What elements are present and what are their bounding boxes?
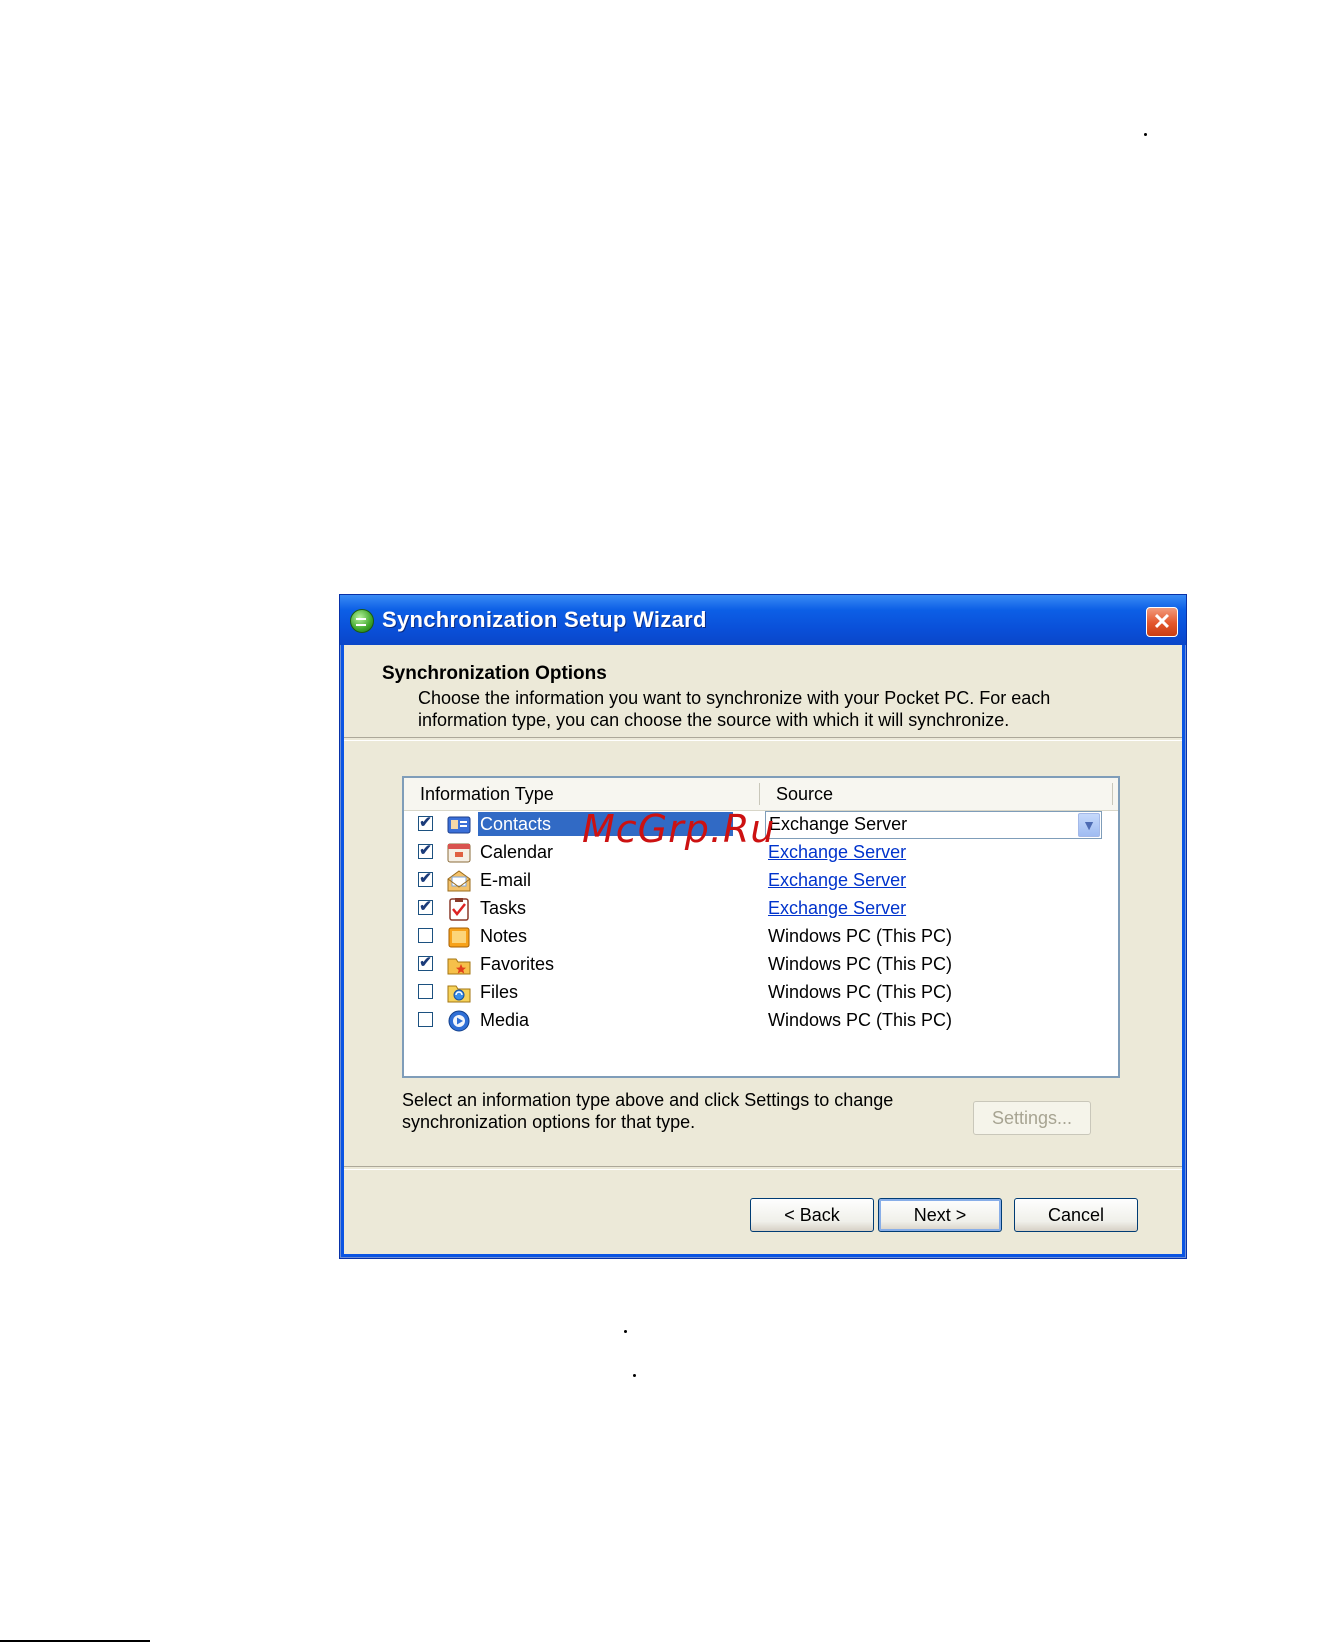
- contacts-icon: [447, 816, 471, 834]
- list-item-label: Favorites: [480, 954, 555, 974]
- footer-divider: [344, 1166, 1182, 1170]
- wizard-header: Synchronization Options Choose the infor…: [344, 645, 1182, 737]
- source-combo-value: Exchange Server: [769, 814, 908, 834]
- notes-icon: [448, 927, 470, 948]
- column-header-information-type[interactable]: Information Type: [420, 784, 554, 805]
- list-item-tasks[interactable]: ✔ Tasks Exchange Server: [404, 895, 1118, 923]
- chevron-down-icon: ▼: [1082, 817, 1096, 833]
- list-item-media[interactable]: Media Windows PC (This PC): [404, 1007, 1118, 1035]
- source-link[interactable]: Exchange Server: [768, 898, 906, 919]
- page-dot: [633, 1374, 636, 1377]
- email-icon: [447, 870, 471, 892]
- source-text: Windows PC (This PC): [768, 1010, 953, 1030]
- files-checkbox[interactable]: [418, 984, 433, 999]
- back-button[interactable]: < Back: [750, 1198, 874, 1232]
- list-item-files[interactable]: Files Windows PC (This PC): [404, 979, 1118, 1007]
- media-icon: [448, 1010, 470, 1032]
- calendar-checkbox[interactable]: ✔: [418, 843, 433, 859]
- page-description: Choose the information you want to synch…: [418, 688, 1051, 730]
- close-button[interactable]: ✕: [1146, 607, 1178, 637]
- next-button[interactable]: Next >: [878, 1198, 1002, 1232]
- cancel-button[interactable]: Cancel: [1014, 1198, 1138, 1232]
- tasks-checkbox[interactable]: ✔: [418, 899, 433, 915]
- dialog-body: Synchronization Options Choose the infor…: [344, 645, 1182, 1254]
- list-item-label: Files: [480, 982, 519, 1002]
- favorites-checkbox[interactable]: ✔: [418, 955, 433, 971]
- column-header-source[interactable]: Source: [776, 784, 833, 805]
- email-checkbox[interactable]: ✔: [418, 871, 433, 887]
- source-link[interactable]: Exchange Server: [768, 870, 906, 891]
- contacts-checkbox[interactable]: ✔: [418, 815, 433, 831]
- list-item-email[interactable]: ✔ E-mail Exchange Server: [404, 867, 1118, 895]
- files-icon: [447, 985, 471, 1003]
- sync-setup-wizard-dialog: Synchronization Setup Wizard ✕ Synchroni…: [339, 594, 1187, 1259]
- header-divider: [344, 737, 1182, 741]
- calendar-icon: [447, 843, 471, 863]
- list-item-notes[interactable]: Notes Windows PC (This PC): [404, 923, 1118, 951]
- activesync-icon: [350, 609, 374, 633]
- tasks-icon: [449, 898, 469, 921]
- column-separator[interactable]: [759, 783, 760, 805]
- source-combo[interactable]: Exchange Server ▼: [765, 811, 1102, 839]
- source-link[interactable]: Exchange Server: [768, 842, 906, 863]
- media-checkbox[interactable]: [418, 1012, 433, 1027]
- watermark: McGrp.Ru: [582, 807, 776, 851]
- source-text: Windows PC (This PC): [768, 954, 953, 974]
- combo-dropdown-button[interactable]: ▼: [1078, 813, 1100, 837]
- list-item-label: Tasks: [480, 898, 527, 918]
- list-item-favorites[interactable]: ✔ Favorites Windows PC (This PC): [404, 951, 1118, 979]
- page-rule: [0, 1640, 150, 1642]
- list-item-label: Notes: [480, 926, 528, 946]
- close-icon: ✕: [1152, 609, 1172, 634]
- page-dot: [624, 1330, 627, 1333]
- list-item-label: Calendar: [480, 842, 554, 862]
- page-dot: [1144, 133, 1147, 136]
- column-separator[interactable]: [1112, 783, 1113, 805]
- favorites-icon: [447, 958, 471, 975]
- source-text: Windows PC (This PC): [768, 982, 953, 1002]
- list-item-label: E-mail: [480, 870, 532, 890]
- list-item-label: Media: [480, 1010, 530, 1030]
- window-title: Synchronization Setup Wizard: [382, 607, 707, 632]
- notes-checkbox[interactable]: [418, 928, 433, 943]
- source-text: Windows PC (This PC): [768, 926, 953, 946]
- settings-button[interactable]: Settings...: [973, 1101, 1091, 1135]
- title-bar[interactable]: Synchronization Setup Wizard ✕: [340, 595, 1186, 645]
- settings-hint: Select an information type above and cli…: [402, 1090, 894, 1132]
- page-title: Synchronization Options: [382, 663, 607, 684]
